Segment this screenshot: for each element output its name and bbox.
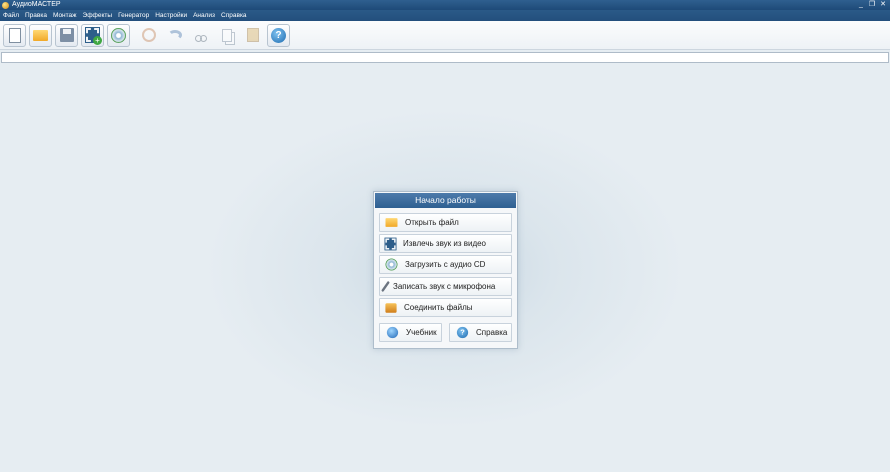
cut-icon	[194, 28, 207, 42]
menu-effects[interactable]: Эффекты	[83, 10, 113, 21]
tutorial-label: Учебник	[406, 328, 437, 337]
tutorial-button[interactable]: Учебник	[379, 323, 442, 342]
microphone-icon	[381, 280, 390, 293]
undo-button[interactable]	[163, 24, 186, 47]
join-files-action[interactable]: Соединить файлы	[379, 298, 512, 317]
menu-analysis[interactable]: Анализ	[193, 10, 215, 21]
paste-button[interactable]	[241, 24, 264, 47]
undo-icon	[167, 30, 182, 40]
join-files-label: Соединить файлы	[404, 303, 473, 312]
load-cd-action[interactable]: Загрузить с аудио CD	[379, 255, 512, 274]
paste-icon	[246, 28, 259, 42]
copy-button[interactable]	[215, 24, 238, 47]
extract-from-video-icon	[85, 27, 102, 45]
menu-montage[interactable]: Монтаж	[53, 10, 77, 21]
load-cd-label: Загрузить с аудио CD	[405, 260, 486, 269]
minimize-button[interactable]: _	[857, 1, 865, 9]
join-files-icon	[385, 302, 397, 313]
open-folder-icon	[33, 29, 48, 41]
help-icon: ?	[271, 27, 286, 43]
load-cd-icon	[111, 27, 126, 43]
cut-button[interactable]	[189, 24, 212, 47]
cd-icon	[385, 258, 398, 271]
save-button[interactable]	[55, 23, 78, 47]
load-cd-button[interactable]	[107, 23, 130, 47]
help-panel-label: Справка	[476, 328, 508, 337]
open-file-action[interactable]: Открыть файл	[379, 213, 512, 232]
menu-bar: Файл Правка Монтаж Эффекты Генератор Нас…	[0, 10, 890, 21]
select-button[interactable]	[137, 24, 160, 47]
path-bar[interactable]	[1, 52, 889, 63]
app-logo-icon	[2, 1, 9, 9]
menu-settings[interactable]: Настройки	[155, 10, 187, 21]
help-button[interactable]: ?	[267, 23, 290, 47]
help-panel-button[interactable]: ? Справка	[449, 323, 512, 342]
window-controls: _ ❐ ✕	[857, 1, 887, 9]
extract-video-action[interactable]: Извлечь звук из видео	[379, 234, 512, 253]
record-mic-label: Записать звук с микрофона	[393, 282, 496, 291]
help-circle-icon: ?	[456, 326, 469, 339]
record-mic-action[interactable]: Записать звук с микрофона	[379, 277, 512, 296]
window-title: АудиоМАСТЕР	[12, 1, 61, 8]
menu-edit[interactable]: Правка	[25, 10, 47, 21]
open-file-button[interactable]	[29, 23, 52, 47]
copy-icon	[221, 28, 232, 42]
title-bar: АудиоМАСТЕР _ ❐ ✕	[0, 0, 890, 10]
restore-button[interactable]: ❐	[868, 1, 876, 9]
extract-video-button[interactable]	[81, 23, 104, 47]
start-panel: Начало работы Открыть файл Извлечь звук …	[373, 191, 518, 349]
toolbar: ?	[0, 21, 890, 50]
globe-icon	[386, 326, 399, 339]
menu-help[interactable]: Справка	[221, 10, 247, 21]
close-button[interactable]: ✕	[879, 1, 887, 9]
extract-video-label: Извлечь звук из видео	[403, 239, 487, 248]
video-icon	[384, 237, 397, 250]
menu-file[interactable]: Файл	[3, 10, 19, 21]
save-icon	[59, 28, 74, 42]
start-panel-title: Начало работы	[375, 193, 516, 208]
menu-generator[interactable]: Генератор	[118, 10, 149, 21]
new-file-button[interactable]	[3, 23, 26, 47]
open-file-label: Открыть файл	[405, 218, 459, 227]
folder-icon	[385, 218, 398, 227]
select-icon	[141, 28, 156, 42]
new-document-icon	[8, 27, 21, 43]
